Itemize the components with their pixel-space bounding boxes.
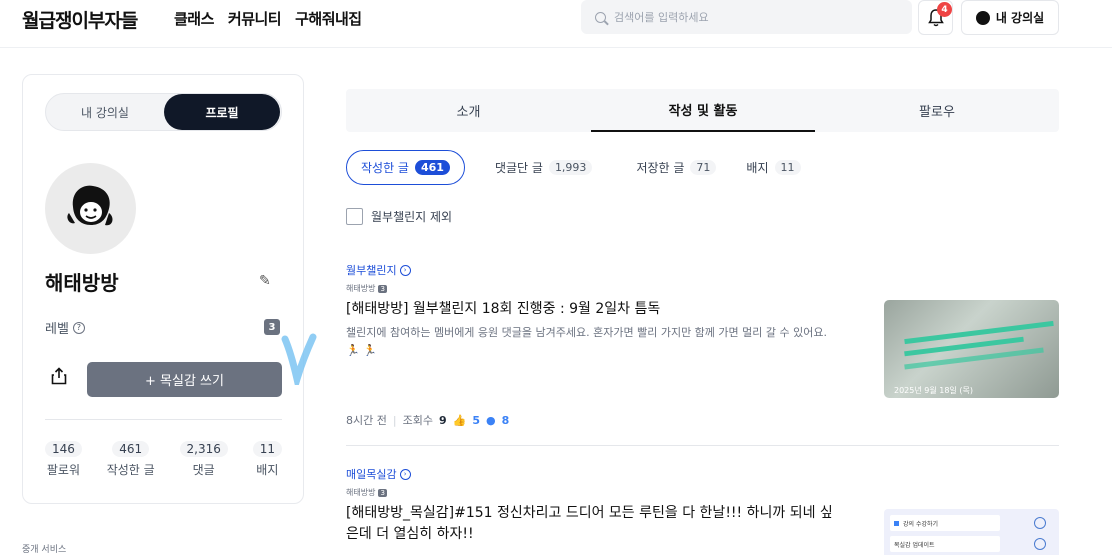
stat-value: 2,316 xyxy=(179,441,228,457)
checkbox-label: 월부챌린지 제외 xyxy=(371,210,453,224)
views-count: 9 xyxy=(438,413,447,427)
stat-label: 팔로워 xyxy=(46,463,81,477)
level-badge: 3 xyxy=(264,319,280,335)
profile-tabs: 소개 작성 및 활동 팔로우 xyxy=(346,89,1059,132)
post-excerpt: 챌린지에 참여하는 멤버에게 응원 댓글을 남겨주세요. 혼자가면 빨리 가지만… xyxy=(346,326,827,357)
tab-intro[interactable]: 소개 xyxy=(346,89,591,132)
stat-posts[interactable]: 461 작성한 글 xyxy=(107,441,155,478)
seg-profile[interactable]: 프로필 xyxy=(164,94,280,130)
like-count: 5 xyxy=(472,413,480,427)
exclude-challenge-checkbox[interactable]: 월부챌린지 제외 xyxy=(346,208,452,225)
notification-badge: 4 xyxy=(937,2,952,17)
thumbnail-date: 2025년 9월 18일 (목) xyxy=(894,386,973,395)
level-label: 레벨 xyxy=(45,322,69,337)
post-title[interactable]: [해태방방] 월부챌린지 18회 진행중 : 9월 2일차 틈독 xyxy=(346,299,836,320)
stat-label: 배지 xyxy=(256,463,279,477)
chip-label: 저장한 글 xyxy=(636,161,685,175)
chip-label: 배지 xyxy=(746,161,769,175)
author-level: 3 xyxy=(378,284,387,293)
nav-house[interactable]: 구해줘내집 xyxy=(295,8,362,29)
post-title[interactable]: [해태방방_목실감]#151 정신차리고 드디어 모든 루틴을 다 한날!!! … xyxy=(346,503,836,545)
chip-count: 461 xyxy=(414,160,450,175)
post-category[interactable]: 월부챌린지 › xyxy=(346,262,1059,278)
comment-icon: ● xyxy=(485,413,496,427)
main-nav: 클래스 커뮤니티 구해줘내집 xyxy=(174,8,362,29)
chip-badges[interactable]: 배지 11 xyxy=(732,150,814,185)
author-level: 3 xyxy=(378,488,387,497)
avatar[interactable] xyxy=(45,163,136,254)
check-mark-decoration xyxy=(281,333,317,385)
chevron-right-icon: › xyxy=(399,264,411,276)
write-button[interactable]: + 목실감 쓰기 xyxy=(87,362,282,397)
circle-icon xyxy=(1034,517,1046,529)
my-class-label: 내 강의실 xyxy=(995,11,1045,25)
stat-badges[interactable]: 11 배지 xyxy=(252,441,282,478)
post-item[interactable]: 월부챌린지 › 해태방방 3 [해태방방] 월부챌린지 18회 진행중 : 9월… xyxy=(346,262,1059,442)
edit-icon[interactable]: ✎ xyxy=(259,273,271,289)
chevron-right-icon: › xyxy=(399,468,411,480)
class-icon xyxy=(975,10,990,25)
share-icon[interactable] xyxy=(51,367,67,390)
level-row: 레벨 ? xyxy=(45,318,85,337)
post-meta: 8시간 전 | 조회수 9 👍 5 ● 8 xyxy=(346,413,510,428)
profile-card: 내 강의실 프로필 해태방방 ✎ 레벨 ? 3 + 목실감 쓰기 146 팔로워… xyxy=(22,74,317,504)
search-icon xyxy=(595,11,606,23)
post-author: 해태방방 3 xyxy=(346,283,1059,294)
stats-row: 146 팔로워 461 작성한 글 2,316 댓글 11 배지 xyxy=(45,441,282,478)
chip-count: 71 xyxy=(690,160,717,175)
tab-activity[interactable]: 작성 및 활동 xyxy=(591,89,815,132)
comment-count: 8 xyxy=(501,413,510,427)
chip-count: 11 xyxy=(774,160,801,175)
thumb-row: 강의 수강하기 xyxy=(890,515,1000,531)
author-name: 해태방방 xyxy=(346,284,376,293)
footer-link[interactable]: 중개 서비스 xyxy=(22,542,66,555)
top-header: 월급쟁이부자들 클래스 커뮤니티 구해줘내집 검색어를 입력하세요 4 내 강의… xyxy=(0,0,1112,48)
category-label: 월부챌린지 xyxy=(346,264,397,277)
chip-commented[interactable]: 댓글단 글 1,993 xyxy=(481,150,606,185)
chip-label: 작성한 글 xyxy=(361,161,409,175)
search-placeholder: 검색어를 입력하세요 xyxy=(614,11,709,24)
stat-value: 11 xyxy=(252,441,282,457)
nav-class[interactable]: 클래스 xyxy=(174,8,214,29)
like-icon: 👍 xyxy=(452,413,467,427)
username: 해태방방 xyxy=(45,271,119,295)
category-label: 매일목실감 xyxy=(346,468,397,481)
notification-button[interactable]: 4 xyxy=(918,0,953,35)
nav-community[interactable]: 커뮤니티 xyxy=(228,8,282,29)
circle-icon xyxy=(1034,538,1046,550)
chip-label: 댓글단 글 xyxy=(494,161,543,175)
post-time: 8시간 전 xyxy=(346,414,387,427)
my-class-button[interactable]: 내 강의실 xyxy=(961,0,1059,35)
views-label: 조회수 xyxy=(402,414,433,427)
seg-my-class[interactable]: 내 강의실 xyxy=(46,94,164,130)
post-divider xyxy=(346,445,1059,446)
profile-segment: 내 강의실 프로필 xyxy=(45,93,282,131)
stat-label: 댓글 xyxy=(192,463,215,477)
stat-value: 146 xyxy=(45,441,82,457)
post-item[interactable]: 매일목실감 › 해태방방 3 [해태방방_목실감]#151 정신차리고 드디어 … xyxy=(346,466,1059,555)
stat-value: 461 xyxy=(112,441,150,457)
search-input[interactable]: 검색어를 입력하세요 xyxy=(581,0,912,34)
checkbox-box[interactable] xyxy=(346,208,363,225)
author-name: 해태방방 xyxy=(346,488,376,497)
filter-chips: 작성한 글 461 댓글단 글 1,993 저장한 글 71 배지 11 xyxy=(346,150,815,185)
tab-follow[interactable]: 팔로우 xyxy=(815,89,1059,132)
avatar-illustration xyxy=(66,185,112,225)
info-icon[interactable]: ? xyxy=(72,321,85,334)
post-thumbnail[interactable]: 강의 수강하기 목실감 업데이트 xyxy=(884,509,1059,555)
post-category[interactable]: 매일목실감 › xyxy=(346,466,1059,482)
chip-count: 1,993 xyxy=(548,160,593,175)
chip-written[interactable]: 작성한 글 461 xyxy=(346,150,465,185)
divider xyxy=(45,419,282,420)
highlight-stroke xyxy=(904,320,1054,345)
stat-followers[interactable]: 146 팔로워 xyxy=(45,441,82,478)
chip-saved[interactable]: 저장한 글 71 xyxy=(622,150,730,185)
thumb-row: 목실감 업데이트 xyxy=(890,536,1000,552)
stat-label: 작성한 글 xyxy=(106,463,155,477)
post-thumbnail[interactable]: 2025년 9월 18일 (목) xyxy=(884,300,1059,398)
post-author: 해태방방 3 xyxy=(346,487,1059,498)
stat-comments[interactable]: 2,316 댓글 xyxy=(179,441,228,478)
site-logo[interactable]: 월급쟁이부자들 xyxy=(22,6,138,33)
